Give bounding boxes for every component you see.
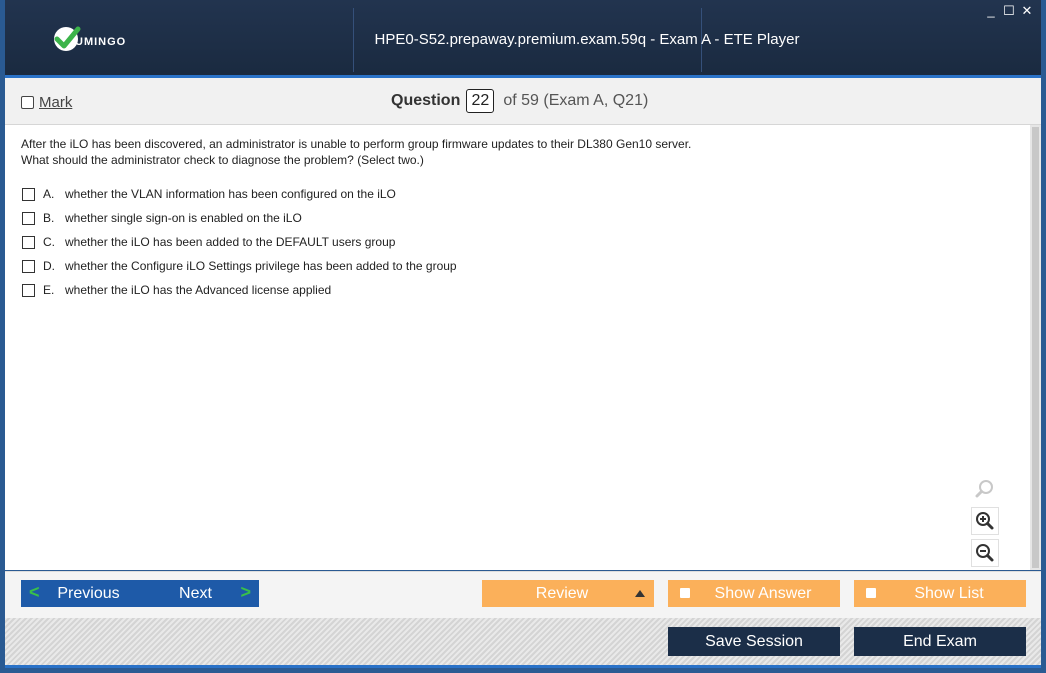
- title-bar: UMINGO HPE0-S52.prepaway.premium.exam.59…: [5, 0, 1041, 75]
- end-exam-button[interactable]: End Exam: [854, 627, 1026, 656]
- option-b[interactable]: B. whether single sign-on is enabled on …: [22, 206, 457, 230]
- option-text: whether the VLAN information has been co…: [65, 187, 396, 201]
- mark-checkbox[interactable]: Mark: [21, 94, 72, 111]
- checkbox-icon: [680, 588, 690, 598]
- title-divider: [353, 8, 354, 72]
- question-word: Question: [391, 92, 461, 109]
- footer-bar: Save Session End Exam: [5, 618, 1041, 665]
- answer-options: A. whether the VLAN information has been…: [22, 182, 457, 302]
- show-list-label: Show List: [914, 584, 984, 602]
- question-line-2: What should the administrator check to d…: [21, 153, 424, 167]
- question-counter: Question 22 of 59 (Exam A, Q21): [391, 89, 648, 113]
- triangle-up-icon: [635, 590, 645, 597]
- option-letter: A.: [43, 187, 55, 201]
- vertical-scrollbar[interactable]: [1030, 125, 1041, 570]
- review-button[interactable]: Review: [482, 580, 654, 607]
- chevron-right-icon: >: [240, 582, 251, 602]
- chevron-left-icon: <: [29, 582, 40, 602]
- window-controls: _ ☐ ✕: [985, 4, 1033, 18]
- close-icon[interactable]: ✕: [1021, 4, 1033, 18]
- show-list-button[interactable]: Show List: [854, 580, 1026, 607]
- option-letter: C.: [43, 235, 55, 249]
- option-letter: D.: [43, 259, 55, 273]
- option-checkbox[interactable]: [22, 283, 35, 297]
- question-content: After the iLO has been discovered, an ad…: [5, 125, 1030, 570]
- option-c[interactable]: C. whether the iLO has been added to the…: [22, 230, 457, 254]
- save-session-button[interactable]: Save Session: [668, 627, 840, 656]
- previous-label: Previous: [57, 584, 120, 602]
- option-text: whether the iLO has been added to the DE…: [65, 235, 396, 249]
- window-title: HPE0-S52.prepaway.premium.exam.59q - Exa…: [374, 31, 800, 48]
- option-checkbox[interactable]: [22, 235, 35, 249]
- logo-text: UMINGO: [75, 36, 127, 48]
- zoom-controls: [971, 475, 999, 571]
- show-answer-button[interactable]: Show Answer: [668, 580, 840, 607]
- minimize-icon[interactable]: _: [985, 4, 997, 18]
- vumingo-logo: UMINGO: [51, 22, 126, 56]
- zoom-out-button[interactable]: [971, 539, 999, 567]
- option-text: whether the iLO has the Advanced license…: [65, 283, 332, 297]
- question-line-1: After the iLO has been discovered, an ad…: [21, 137, 692, 151]
- option-letter: E.: [43, 283, 55, 297]
- maximize-icon[interactable]: ☐: [1003, 4, 1015, 18]
- question-header: Mark Question 22 of 59 (Exam A, Q21): [5, 78, 1041, 125]
- zoom-out-icon: [976, 544, 994, 562]
- zoom-in-icon: [976, 512, 994, 530]
- bottom-accent-line: [5, 665, 1041, 668]
- scrollbar-thumb[interactable]: [1032, 127, 1039, 568]
- end-exam-label: End Exam: [903, 632, 977, 650]
- question-text: After the iLO has been discovered, an ad…: [21, 136, 691, 168]
- option-text: whether the Configure iLO Settings privi…: [65, 259, 457, 273]
- save-session-label: Save Session: [705, 632, 803, 650]
- option-a[interactable]: A. whether the VLAN information has been…: [22, 182, 457, 206]
- option-letter: B.: [43, 211, 55, 225]
- zoom-reset-icon: [975, 480, 993, 498]
- checkbox-icon: [866, 588, 876, 598]
- option-e[interactable]: E. whether the iLO has the Advanced lice…: [22, 278, 457, 302]
- question-number-input[interactable]: 22: [466, 89, 495, 113]
- zoom-in-button[interactable]: [971, 507, 999, 535]
- next-button[interactable]: Next >: [144, 580, 259, 607]
- option-checkbox[interactable]: [22, 187, 35, 201]
- navigation-bar: < Previous Next > Review Show Answer Sho…: [5, 571, 1041, 618]
- zoom-reset-button[interactable]: [971, 475, 999, 503]
- question-of-text: of 59 (Exam A, Q21): [503, 92, 649, 109]
- review-label: Review: [535, 584, 589, 602]
- option-checkbox[interactable]: [22, 259, 35, 273]
- next-label: Next: [179, 584, 212, 602]
- show-answer-label: Show Answer: [714, 584, 812, 602]
- previous-button[interactable]: < Previous: [21, 580, 154, 607]
- option-checkbox[interactable]: [22, 211, 35, 225]
- app-window: UMINGO HPE0-S52.prepaway.premium.exam.59…: [0, 0, 1046, 673]
- mark-checkbox-box[interactable]: [21, 96, 34, 109]
- option-text: whether single sign-on is enabled on the…: [65, 211, 302, 225]
- mark-label: Mark: [39, 94, 73, 111]
- option-d[interactable]: D. whether the Configure iLO Settings pr…: [22, 254, 457, 278]
